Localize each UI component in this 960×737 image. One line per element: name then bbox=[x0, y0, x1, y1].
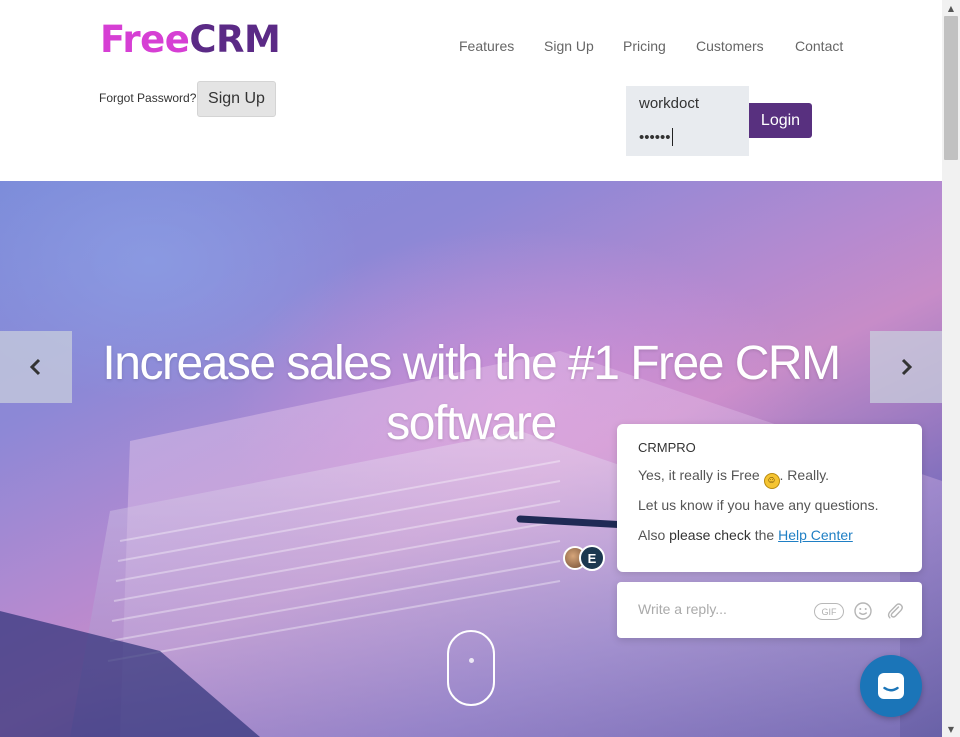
carousel-prev-button[interactable] bbox=[0, 331, 72, 403]
nav-contact[interactable]: Contact bbox=[795, 38, 843, 54]
chat-line-1-suffix: . Really. bbox=[779, 467, 830, 483]
mouse-wheel-dot bbox=[469, 658, 474, 663]
page: FreeCRM Features Sign Up Pricing Custome… bbox=[0, 0, 960, 737]
help-center-link[interactable]: Help Center bbox=[778, 527, 853, 543]
nav-pricing[interactable]: Pricing bbox=[623, 38, 666, 54]
grinning-face-icon: ☺ bbox=[763, 473, 780, 489]
site-header: FreeCRM Features Sign Up Pricing Custome… bbox=[0, 0, 942, 181]
scroll-down-mouse-icon[interactable] bbox=[447, 630, 495, 706]
login-form: workdoct •••••• bbox=[626, 86, 749, 156]
chat-line-1-text: Yes, it really is Free bbox=[638, 467, 760, 483]
chat-line-1: Yes, it really is Free ☺. Really. bbox=[638, 467, 829, 489]
chat-message-card[interactable]: CRMPRO Yes, it really is Free ☺. Really.… bbox=[617, 424, 922, 572]
chat-reply-input[interactable] bbox=[638, 601, 818, 617]
page-scrollbar[interactable]: ▲ ▼ bbox=[942, 0, 960, 737]
scroll-up-arrow-icon[interactable]: ▲ bbox=[942, 0, 960, 16]
nav-features[interactable]: Features bbox=[459, 38, 514, 54]
chat-line-2: Let us know if you have any questions. bbox=[638, 497, 879, 513]
login-button[interactable]: Login bbox=[749, 103, 812, 138]
scroll-down-arrow-icon[interactable]: ▼ bbox=[942, 721, 960, 737]
avatar-letter: E bbox=[579, 545, 605, 571]
chat-line-3-bold: please check bbox=[669, 527, 751, 543]
nav-customers[interactable]: Customers bbox=[696, 38, 764, 54]
chat-sender: CRMPRO bbox=[638, 440, 696, 455]
forgot-password-link[interactable]: Forgot Password? bbox=[99, 91, 196, 105]
chevron-left-icon bbox=[29, 358, 41, 376]
main-nav: Features Sign Up Pricing Customers Conta… bbox=[0, 38, 942, 58]
chat-icon bbox=[878, 673, 904, 699]
password-field[interactable]: •••••• bbox=[639, 128, 673, 146]
attachment-icon[interactable] bbox=[885, 601, 905, 621]
scrollbar-thumb[interactable] bbox=[944, 16, 958, 160]
password-mask: •••••• bbox=[639, 129, 671, 146]
chat-launcher-button[interactable] bbox=[860, 655, 922, 717]
chat-team-avatars: E bbox=[563, 545, 607, 571]
username-field[interactable]: workdoct bbox=[639, 95, 699, 112]
gif-button[interactable]: GIF bbox=[814, 603, 844, 620]
chevron-right-icon bbox=[901, 358, 913, 376]
emoji-icon[interactable] bbox=[853, 601, 873, 621]
chat-line-3-the: the bbox=[754, 527, 775, 543]
chat-line-3: Also please check the Help Center bbox=[638, 527, 853, 543]
signup-button[interactable]: Sign Up bbox=[197, 81, 276, 117]
nav-sign-up[interactable]: Sign Up bbox=[544, 38, 594, 54]
text-caret bbox=[671, 128, 673, 146]
chat-reply-composer: GIF bbox=[617, 582, 922, 638]
chat-line-3-prefix: Also bbox=[638, 527, 666, 543]
carousel-next-button[interactable] bbox=[870, 331, 942, 403]
